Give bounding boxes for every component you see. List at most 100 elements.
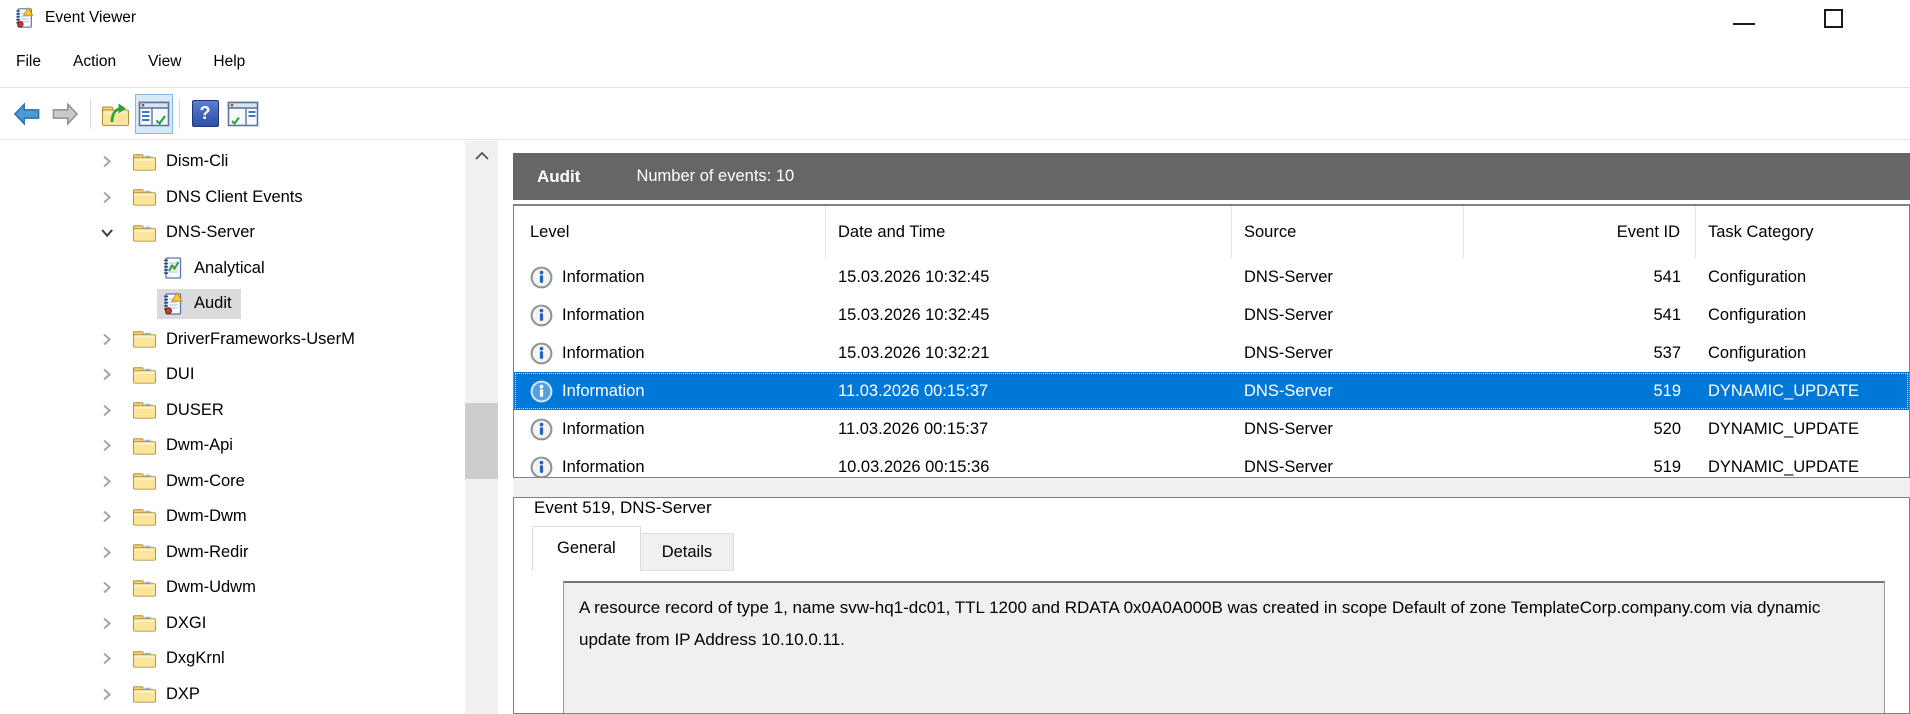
tree-item[interactable]: DUSER bbox=[0, 393, 500, 429]
tree-item[interactable]: Dwm-Core bbox=[0, 464, 500, 500]
scrollbar-thumb[interactable] bbox=[465, 403, 498, 479]
content-area: Dism-Cli DNS Client Events DNS-Server An… bbox=[0, 141, 1910, 714]
event-source: DNS-Server bbox=[1244, 305, 1333, 324]
event-id: 541 bbox=[1653, 305, 1681, 324]
tree-item-icon bbox=[132, 363, 157, 387]
tree-item[interactable]: DUI bbox=[0, 357, 500, 393]
event-datetime: 15.03.2026 10:32:45 bbox=[838, 267, 990, 286]
open-saved-log-button[interactable] bbox=[97, 94, 135, 134]
tree-item[interactable]: DNS Client Events bbox=[0, 180, 500, 216]
forward-button[interactable] bbox=[46, 94, 84, 134]
tree-item[interactable]: Dwm-Dwm bbox=[0, 499, 500, 535]
tree-item[interactable]: Audit bbox=[0, 286, 500, 322]
tree-item[interactable]: Dwm-Api bbox=[0, 428, 500, 464]
event-level-cell: Information bbox=[514, 418, 826, 441]
log-name: Audit bbox=[537, 166, 581, 186]
chevron-icon[interactable] bbox=[99, 474, 129, 489]
chevron-icon[interactable] bbox=[99, 154, 129, 169]
column-header-source[interactable]: Source bbox=[1232, 206, 1464, 258]
tree-item[interactable]: Dism-Cli bbox=[0, 144, 500, 180]
preview-tab-label: General bbox=[557, 539, 616, 557]
tree-item-icon bbox=[132, 327, 157, 351]
chevron-icon[interactable] bbox=[99, 580, 129, 595]
event-description-box[interactable]: A resource record of type 1, name svw-hq… bbox=[563, 581, 1885, 713]
event-row[interactable]: Information 15.03.2026 10:32:21 DNS-Serv… bbox=[514, 334, 1909, 372]
tree-scrollbar[interactable] bbox=[465, 141, 498, 714]
back-button[interactable] bbox=[8, 94, 46, 134]
event-id: 541 bbox=[1653, 267, 1681, 286]
tree-item-label: Dwm-Core bbox=[166, 471, 245, 490]
maximize-button[interactable] bbox=[1824, 9, 1843, 28]
tree-item[interactable]: Dwm-Redir bbox=[0, 535, 500, 571]
chevron-icon[interactable] bbox=[99, 225, 129, 240]
information-icon bbox=[530, 342, 553, 365]
show-hide-console-tree-button[interactable] bbox=[135, 93, 173, 134]
chevron-icon[interactable] bbox=[99, 438, 129, 453]
event-datetime: 11.03.2026 00:15:37 bbox=[838, 419, 989, 438]
chevron-icon[interactable] bbox=[99, 332, 129, 347]
event-row[interactable]: Information 11.03.2026 00:15:37 DNS-Serv… bbox=[514, 410, 1909, 448]
preview-tab[interactable]: General bbox=[532, 526, 641, 571]
event-level: Information bbox=[562, 267, 645, 286]
menu-help[interactable]: Help bbox=[211, 49, 247, 75]
preview-tab[interactable]: Details bbox=[639, 533, 735, 571]
tree-item-label: Audit bbox=[194, 294, 232, 313]
information-icon bbox=[530, 266, 553, 289]
event-row[interactable]: Information 11.03.2026 00:15:37 DNS-Serv… bbox=[514, 372, 1909, 410]
tree-item[interactable]: DNS-Server bbox=[0, 215, 500, 251]
event-level: Information bbox=[562, 343, 645, 362]
show-hide-action-pane-button[interactable] bbox=[224, 94, 262, 134]
event-datetime: 15.03.2026 10:32:45 bbox=[838, 305, 990, 324]
event-level: Information bbox=[562, 457, 645, 476]
column-header-task-category[interactable]: Task Category bbox=[1696, 206, 1909, 258]
menu-bar: File Action View Help bbox=[0, 36, 1910, 88]
chevron-icon[interactable] bbox=[99, 367, 129, 382]
column-header-level[interactable]: Level bbox=[514, 206, 826, 258]
tree-item-label: DUSER bbox=[166, 400, 224, 419]
tree-item-label: Dwm-Redir bbox=[166, 542, 249, 561]
menu-view[interactable]: View bbox=[146, 49, 183, 75]
chevron-icon[interactable] bbox=[99, 616, 129, 631]
menu-action[interactable]: Action bbox=[71, 49, 118, 75]
event-level-cell: Information bbox=[514, 456, 826, 477]
event-id: 537 bbox=[1653, 343, 1681, 362]
event-row[interactable]: Information 10.03.2026 00:15:36 DNS-Serv… bbox=[514, 448, 1909, 477]
event-source: DNS-Server bbox=[1244, 381, 1333, 400]
general-tab-content: A resource record of type 1, name svw-hq… bbox=[514, 571, 1909, 713]
help-button[interactable]: ? bbox=[186, 94, 224, 134]
scrollbar-up-button[interactable] bbox=[465, 141, 498, 171]
event-row[interactable]: Information 15.03.2026 10:32:45 DNS-Serv… bbox=[514, 296, 1909, 334]
event-source: DNS-Server bbox=[1244, 419, 1333, 438]
tree-item[interactable]: DriverFrameworks-UserM bbox=[0, 322, 500, 358]
tree-item-label: DxgKrnl bbox=[166, 649, 225, 668]
minimize-button[interactable] bbox=[1733, 23, 1755, 25]
tree-item[interactable]: Dwm-Udwm bbox=[0, 570, 500, 606]
tree-item-label: DXP bbox=[166, 684, 200, 703]
chevron-icon[interactable] bbox=[99, 403, 129, 418]
chevron-icon[interactable] bbox=[99, 651, 129, 666]
event-source: DNS-Server bbox=[1244, 267, 1333, 286]
chevron-icon[interactable] bbox=[99, 545, 129, 560]
event-row[interactable]: Information 15.03.2026 10:32:45 DNS-Serv… bbox=[514, 258, 1909, 296]
event-preview-pane: Event 519, DNS-Server General Details A … bbox=[513, 497, 1910, 714]
tree-item-icon bbox=[132, 398, 157, 422]
chevron-icon[interactable] bbox=[99, 509, 129, 524]
toolbar: ? bbox=[0, 88, 1910, 140]
toolbar-separator bbox=[179, 98, 180, 129]
tree-item-label: DNS-Server bbox=[166, 223, 255, 242]
chevron-icon[interactable] bbox=[99, 190, 129, 205]
column-header-date-and-time[interactable]: Date and Time bbox=[826, 206, 1232, 258]
tree-item[interactable]: DxgKrnl bbox=[0, 641, 500, 677]
event-task-category: Configuration bbox=[1708, 305, 1807, 324]
chevron-icon[interactable] bbox=[99, 687, 129, 702]
horizontal-splitter[interactable] bbox=[513, 478, 1910, 497]
toolbar-separator bbox=[90, 98, 91, 129]
console-tree-panel: Dism-Cli DNS Client Events DNS-Server An… bbox=[0, 141, 500, 714]
column-header-event-id[interactable]: Event ID bbox=[1464, 206, 1696, 258]
tree-item[interactable]: DXGI bbox=[0, 606, 500, 642]
tree-item[interactable]: Analytical bbox=[0, 251, 500, 287]
menu-file[interactable]: File bbox=[14, 49, 43, 75]
tree-item[interactable]: DXP bbox=[0, 677, 500, 713]
tree-item-label: DriverFrameworks-UserM bbox=[166, 329, 355, 348]
event-description-text: A resource record of type 1, name svw-hq… bbox=[579, 598, 1821, 649]
